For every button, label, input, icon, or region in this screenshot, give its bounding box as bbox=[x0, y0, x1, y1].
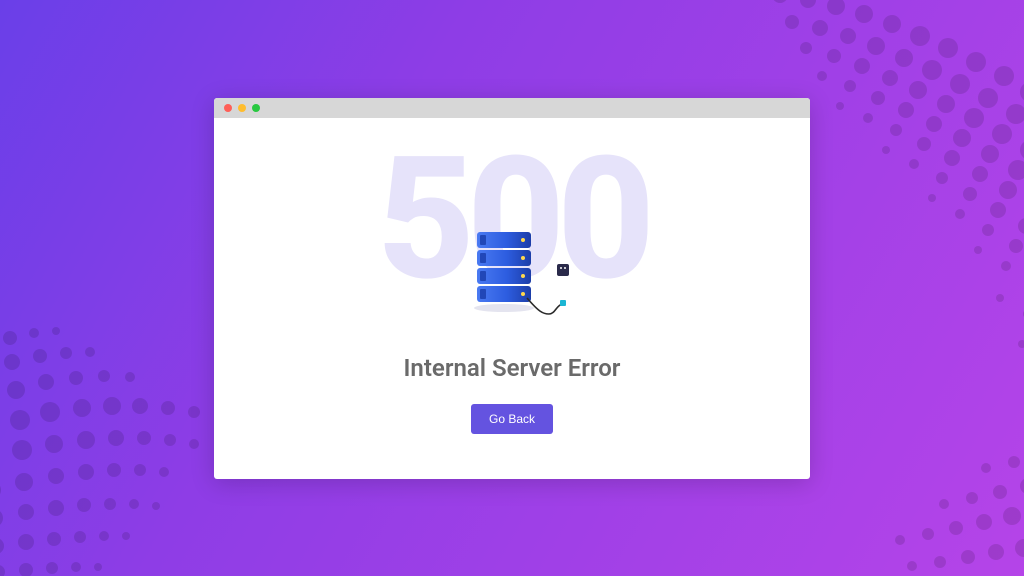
error-page-content: 500 bbox=[214, 118, 810, 479]
window-titlebar bbox=[214, 98, 810, 118]
minimize-icon[interactable] bbox=[238, 104, 246, 112]
browser-window: 500 bbox=[214, 98, 810, 479]
server-rack-icon bbox=[447, 226, 577, 318]
close-icon[interactable] bbox=[224, 104, 232, 112]
error-title: Internal Server Error bbox=[404, 354, 621, 382]
go-back-button[interactable]: Go Back bbox=[471, 404, 553, 434]
maximize-icon[interactable] bbox=[252, 104, 260, 112]
